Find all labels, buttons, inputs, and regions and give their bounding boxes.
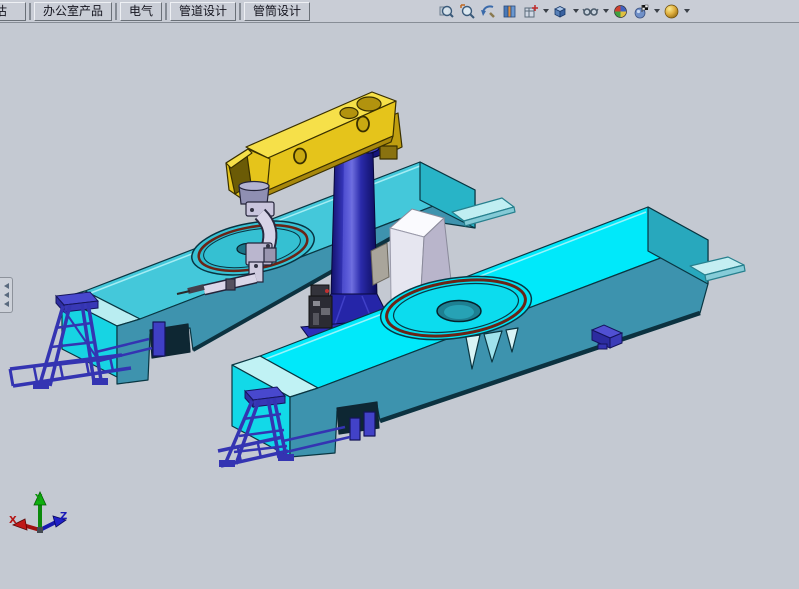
zoom-to-area-icon[interactable] [457, 1, 478, 21]
command-manager-toolbar: 估 办公室产品 电气 管道设计 管筒设计 [0, 0, 799, 23]
tab-tubing-design[interactable]: 管筒设计 [244, 2, 310, 21]
apply-scene-icon[interactable] [631, 1, 652, 21]
dropdown-arrow-icon [684, 9, 690, 13]
view-settings-icon[interactable] [661, 1, 682, 21]
hide-show-items-icon[interactable] [580, 1, 601, 21]
dropdown-arrow-icon [654, 9, 660, 13]
collapse-left-arrow-icon [4, 292, 9, 298]
view-settings-dropdown[interactable] [682, 1, 691, 21]
hide-show-items-dropdown[interactable] [601, 1, 610, 21]
tab-piping-design[interactable]: 管道设计 [170, 2, 236, 21]
display-style-dropdown[interactable] [571, 1, 580, 21]
section-view-icon[interactable] [499, 1, 520, 21]
view-orientation-dropdown[interactable] [541, 1, 550, 21]
edit-appearance-icon[interactable] [610, 1, 631, 21]
previous-view-icon[interactable] [478, 1, 499, 21]
heads-up-view-toolbar [436, 1, 691, 21]
tab-separator [165, 3, 167, 20]
triad-y-label: Y [34, 493, 43, 504]
display-style-icon[interactable] [550, 1, 571, 21]
column-drive-unit[interactable] [309, 285, 332, 328]
tab-electrical[interactable]: 电气 [120, 2, 162, 21]
view-orientation-icon[interactable] [520, 1, 541, 21]
tab-separator [115, 3, 117, 20]
feature-panel-collapse-toggle[interactable] [0, 277, 13, 313]
triad-z-label: Z [60, 511, 67, 522]
tab-evaluate-partial[interactable]: 估 [0, 2, 26, 21]
tab-office-products[interactable]: 办公室产品 [34, 2, 112, 21]
application-window: X Y Z 估 办公室产品 电气 管道设计 管筒设计 [0, 0, 799, 589]
dropdown-arrow-icon [603, 9, 609, 13]
apply-scene-dropdown[interactable] [652, 1, 661, 21]
collapse-left-arrow-icon [4, 283, 9, 289]
collapse-left-arrow-icon [4, 301, 9, 307]
dropdown-arrow-icon [573, 9, 579, 13]
3d-viewport[interactable]: X Y Z [0, 0, 799, 589]
command-tabs: 估 办公室产品 电气 管道设计 管筒设计 [0, 0, 310, 22]
zoom-to-fit-icon[interactable] [436, 1, 457, 21]
triad-x-label: X [9, 515, 17, 526]
tab-separator [239, 3, 241, 20]
tab-separator [29, 3, 31, 20]
dropdown-arrow-icon [543, 9, 549, 13]
